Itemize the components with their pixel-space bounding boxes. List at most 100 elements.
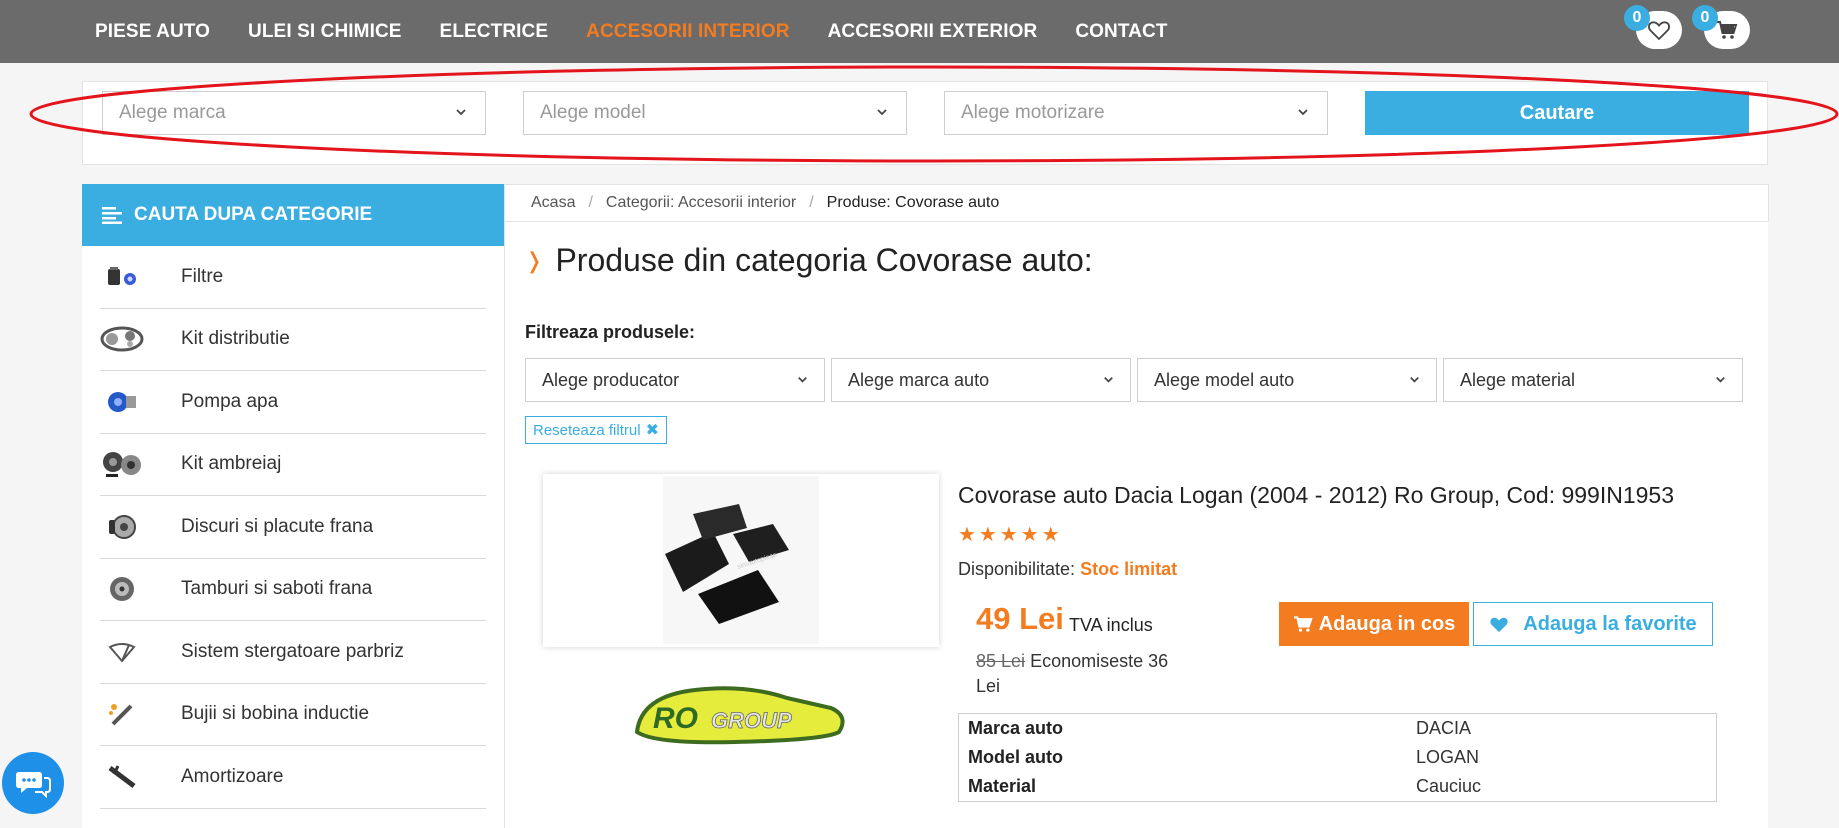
water-pump-icon — [100, 385, 144, 419]
cart-icon — [1717, 21, 1738, 39]
filter-icon — [100, 260, 144, 294]
cart-button[interactable]: 0 — [1692, 5, 1750, 49]
producer-filter-select[interactable]: Alege producator — [525, 358, 825, 402]
breadcrumb: Acasa / Categorii: Accesorii interior / … — [505, 184, 1769, 222]
product-title[interactable]: Covorase auto Dacia Logan (2004 - 2012) … — [958, 482, 1674, 509]
availability-label: Disponibilitate: — [958, 559, 1076, 579]
sidebar-item-label: Pompa apa — [181, 390, 279, 412]
chevron-down-icon — [1104, 377, 1113, 383]
car-model-filter-select[interactable]: Alege model auto — [1137, 358, 1437, 402]
breadcrumb-separator: / — [588, 194, 593, 211]
brand-select-placeholder: Alege marca — [119, 102, 226, 123]
spec-key: Model auto — [968, 747, 1063, 767]
reset-filter-label: Reseteaza filtrul — [533, 421, 641, 439]
sidebar-item-label: Discuri si placute frana — [181, 515, 374, 537]
sidebar-item-label: Amortizoare — [181, 765, 284, 787]
sidebar-item-kit-ambreiaj[interactable]: Kit ambreiaj — [100, 434, 486, 496]
shock-absorber-icon — [100, 760, 144, 794]
product-price: 49 Lei — [976, 601, 1064, 636]
brake-drum-icon — [100, 572, 144, 606]
list-icon — [102, 207, 122, 224]
old-price: 85 Lei — [976, 651, 1026, 671]
sidebar-item-label: Kit ambreiaj — [181, 453, 282, 475]
top-navigation: PIESE AUTO ULEI SI CHIMICE ELECTRICE ACC… — [0, 0, 1839, 63]
page-title-text: Produse din categoria Covorase auto: — [555, 242, 1093, 278]
search-button[interactable]: Cautare — [1365, 91, 1749, 135]
main-menu: PIESE AUTO ULEI SI CHIMICE ELECTRICE ACC… — [95, 0, 1206, 63]
filter-select-label: Alege model auto — [1154, 369, 1295, 390]
nav-ulei-si-chimice[interactable]: ULEI SI CHIMICE — [248, 21, 402, 43]
breadcrumb-category[interactable]: Categorii: Accesorii interior — [606, 194, 796, 212]
spec-value: LOGAN — [1416, 747, 1480, 767]
sidebar-item-filtre[interactable]: Filtre — [100, 246, 486, 309]
breadcrumb-home[interactable]: Acasa — [531, 194, 575, 212]
category-sidebar: CAUTA DUPA CATEGORIE Filtre Kit distribu… — [82, 184, 504, 828]
tva-label: TVA inclus — [1069, 615, 1153, 635]
chevron-down-icon — [456, 109, 466, 116]
model-select-placeholder: Alege model — [540, 102, 646, 123]
cart-count-badge: 0 — [1692, 5, 1718, 31]
close-icon: ✖ — [645, 422, 659, 439]
nav-electrice[interactable]: ELECTRICE — [440, 21, 549, 43]
sidebar-item-label: Kit distributie — [181, 328, 290, 350]
availability-value: Stoc limitat — [1080, 559, 1178, 579]
timing-kit-icon — [100, 322, 144, 356]
filter-select-label: Alege marca auto — [848, 369, 990, 390]
nav-contact[interactable]: CONTACT — [1075, 21, 1167, 43]
brake-disc-icon — [100, 510, 144, 544]
spark-plug-icon — [100, 697, 144, 731]
svg-text:GROUP: GROUP — [711, 708, 792, 733]
spec-key: Marca auto — [968, 718, 1064, 738]
sidebar-item-stergatoare[interactable]: Sistem stergatoare parbriz — [100, 621, 486, 684]
breadcrumb-separator: / — [809, 194, 814, 211]
chat-button[interactable] — [2, 752, 64, 814]
rating-stars: ★★★★★ — [958, 524, 1063, 546]
spec-value: DACIA — [1416, 718, 1472, 738]
wiper-icon — [100, 635, 144, 669]
chevron-right-icon: ❭ — [525, 247, 544, 273]
model-select[interactable]: Alege model — [523, 91, 907, 135]
filter-label: Filtreaza produsele: — [525, 322, 696, 342]
page-title: ❭ Produse din categoria Covorase auto: — [525, 242, 1093, 279]
engine-select[interactable]: Alege motorizare — [944, 91, 1328, 135]
sidebar-item-pompa-apa[interactable]: Pompa apa — [100, 371, 486, 434]
sidebar-title: CAUTA DUPA CATEGORIE — [134, 204, 373, 225]
chevron-down-icon — [1410, 377, 1419, 383]
heart-icon — [1648, 21, 1670, 41]
svg-text:RO: RO — [653, 702, 698, 735]
add-to-favorites-button[interactable]: Adauga la favorite — [1473, 602, 1713, 646]
car-mat-image: simautopiese — [663, 476, 819, 644]
sidebar-item-bujii-bobina[interactable]: Bujii si bobina inductie — [100, 684, 486, 746]
chevron-down-icon — [1298, 109, 1308, 116]
nav-accesorii-exterior[interactable]: ACCESORII EXTERIOR — [828, 21, 1038, 43]
add-to-cart-button[interactable]: Adauga in cos — [1279, 602, 1469, 646]
filter-select-label: Alege material — [1460, 369, 1576, 390]
ro-group-logo: RO GROUP — [634, 686, 845, 745]
add-to-favorites-label: Adauga la favorite — [1523, 612, 1697, 635]
sidebar-item-label: Tamburi si saboti frana — [181, 578, 373, 600]
sidebar-item-discuri-placute[interactable]: Discuri si placute frana — [100, 496, 486, 559]
chevron-down-icon — [877, 109, 887, 116]
sidebar-item-label: Sistem stergatoare parbriz — [181, 640, 404, 662]
nav-piese-auto[interactable]: PIESE AUTO — [95, 21, 210, 43]
wishlist-count-badge: 0 — [1624, 5, 1650, 31]
sidebar-item-kit-distributie[interactable]: Kit distributie — [100, 309, 486, 371]
add-to-cart-label: Adauga in cos — [1318, 612, 1456, 635]
nav-accesorii-interior[interactable]: ACCESORII INTERIOR — [586, 21, 789, 43]
chat-icon — [16, 772, 51, 799]
old-price-block: 85 Lei Economiseste 36 Lei — [976, 649, 1196, 699]
reset-filter-button[interactable]: Reseteaza filtrul ✖ — [525, 416, 667, 444]
main-content: Acasa / Categorii: Accesorii interior / … — [504, 184, 1769, 828]
clutch-kit-icon — [100, 447, 144, 481]
spec-value: Cauciuc — [1416, 776, 1482, 796]
sidebar-item-amortizoare[interactable]: Amortizoare — [100, 746, 486, 809]
car-brand-filter-select[interactable]: Alege marca auto — [831, 358, 1131, 402]
product-image[interactable]: simautopiese — [543, 474, 939, 647]
brand-select[interactable]: Alege marca — [102, 91, 486, 135]
wishlist-button[interactable]: 0 — [1624, 5, 1682, 49]
material-filter-select[interactable]: Alege material — [1443, 358, 1743, 402]
cart-icon — [1293, 616, 1313, 632]
sidebar-item-label: Filtre — [181, 265, 224, 287]
engine-select-placeholder: Alege motorizare — [961, 102, 1105, 123]
sidebar-item-tamburi-saboti[interactable]: Tamburi si saboti frana — [100, 559, 486, 621]
